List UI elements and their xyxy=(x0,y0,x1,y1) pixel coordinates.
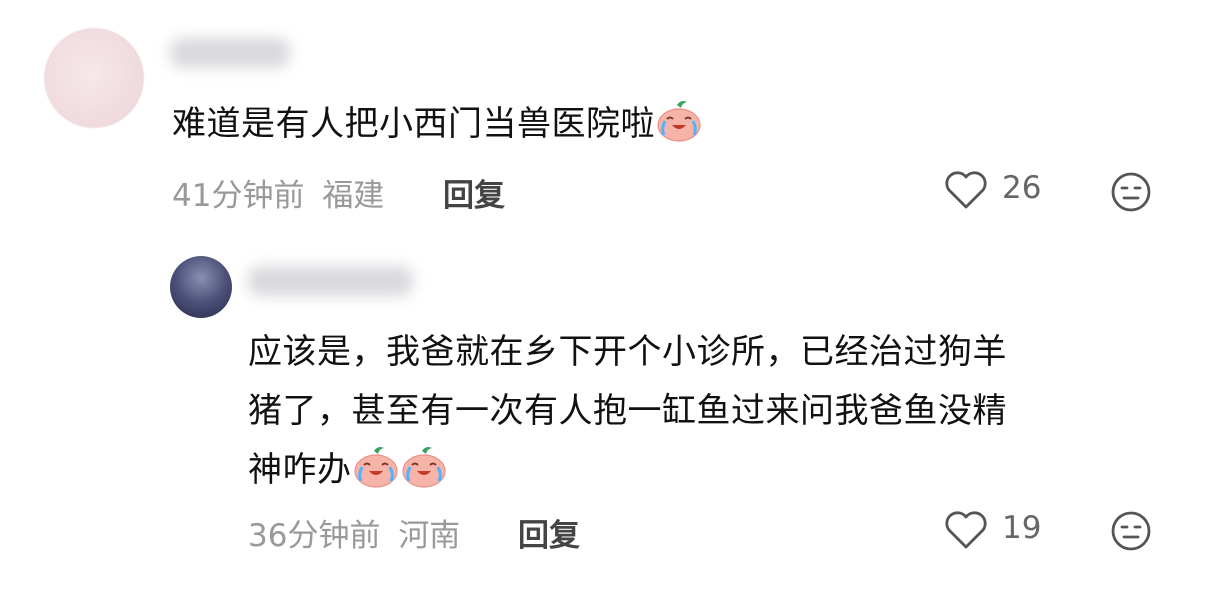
heart-outline-icon[interactable] xyxy=(944,510,988,550)
crying-peach-emoji xyxy=(400,445,448,489)
like-count: 26 xyxy=(1002,170,1042,206)
like-count: 19 xyxy=(1002,510,1042,546)
meh-face-icon[interactable] xyxy=(1110,510,1152,552)
replier-name-blurred[interactable] xyxy=(248,266,413,296)
reply-text: 应该是，我爸就在乡下开个小诊所，已经治过狗羊 猪了，甚至有一次有人抱一缸鱼过来问… xyxy=(248,326,1007,496)
reply-text-line-1: 应该是，我爸就在乡下开个小诊所，已经治过狗羊 xyxy=(248,332,1007,372)
comment-time: 41分钟前 xyxy=(172,178,305,214)
replier-avatar[interactable] xyxy=(170,256,232,318)
comment-location: 福建 xyxy=(322,178,385,214)
comment-text-body: 难道是有人把小西门当兽医院啦 xyxy=(172,104,655,144)
commenter-avatar[interactable] xyxy=(44,28,144,128)
reply-meta: 36分钟前 河南 xyxy=(248,510,460,555)
comment-text: 难道是有人把小西门当兽医院啦 xyxy=(172,98,703,150)
meh-face-icon[interactable] xyxy=(1110,171,1152,213)
heart-outline-icon[interactable] xyxy=(944,170,988,210)
reply-time: 36分钟前 xyxy=(248,518,381,554)
reply-text-line-3-wrap: 神咋办 xyxy=(248,444,1007,496)
reply-button[interactable]: 回复 xyxy=(443,170,505,215)
reply-button[interactable]: 回复 xyxy=(518,510,580,555)
reply-location: 河南 xyxy=(398,518,461,554)
crying-peach-emoji xyxy=(352,445,400,489)
reply-text-line-2: 猪了，甚至有一次有人抱一缸鱼过来问我爸鱼没精 xyxy=(248,391,1007,431)
commenter-name-blurred[interactable] xyxy=(170,38,290,68)
crying-peach-emoji xyxy=(655,99,703,143)
comment-meta: 41分钟前 福建 xyxy=(172,170,384,215)
reply-text-line-3: 神咋办 xyxy=(248,450,352,490)
